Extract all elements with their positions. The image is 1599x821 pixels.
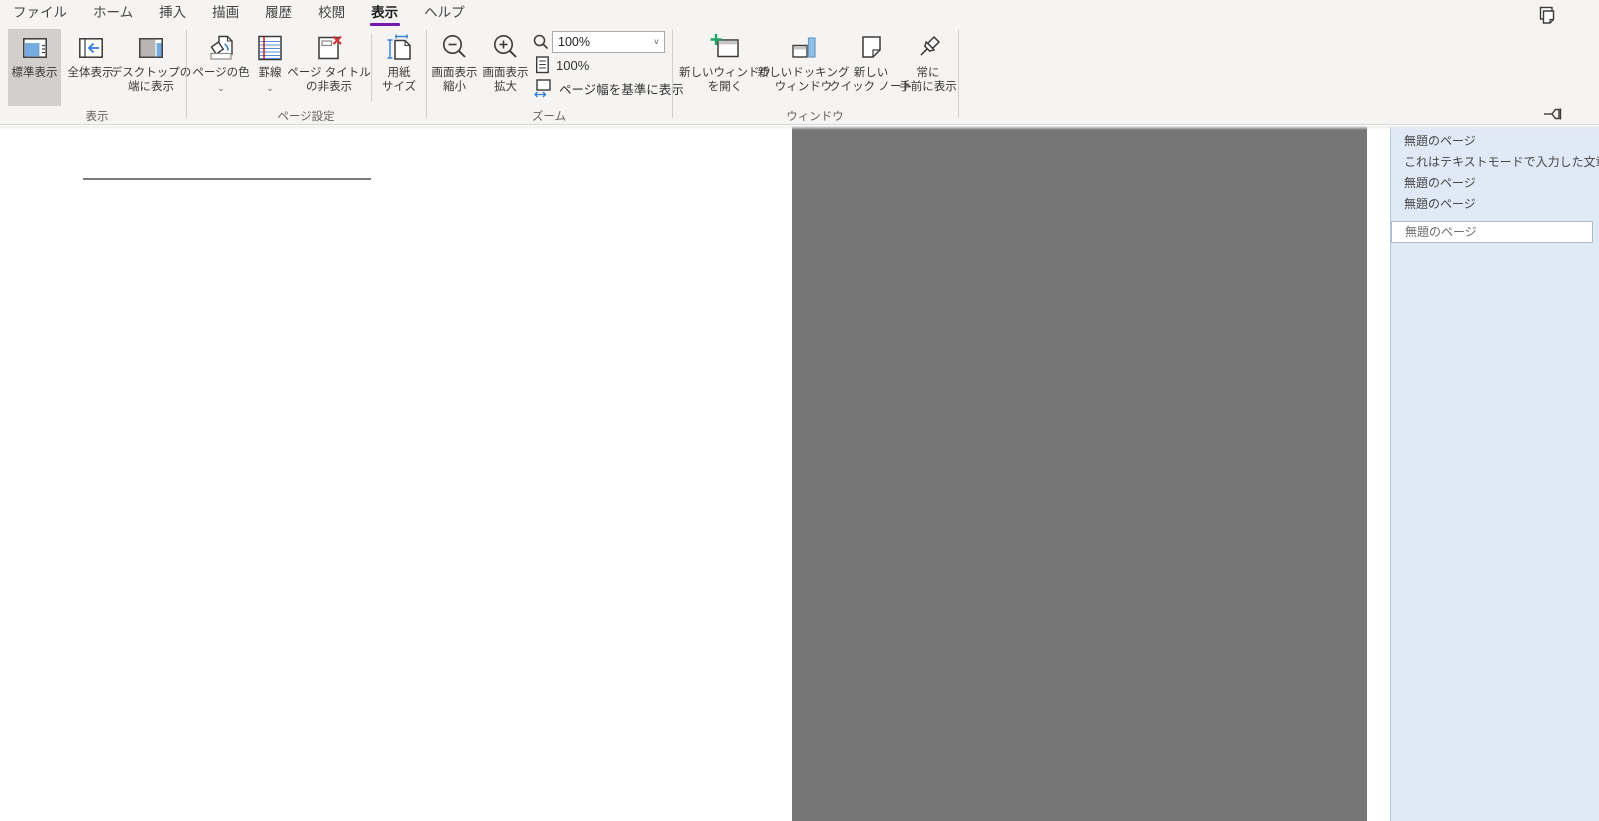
dock-to-desktop-icon — [135, 32, 167, 64]
group-label-page-setup: ページ設定 — [186, 108, 426, 124]
new-quick-note-button[interactable]: 新しいクイック ノート — [843, 29, 899, 106]
zoom-level-row[interactable]: 100% — [533, 56, 589, 74]
tab-history[interactable]: 履歴 — [252, 0, 305, 27]
zoom-in-button[interactable]: 画面表示拡大 — [481, 29, 530, 106]
button-label: 標準表示 — [12, 67, 58, 81]
normal-view-button[interactable]: 標準表示 — [8, 29, 61, 106]
page-width-zoom-row[interactable]: ページ幅を基準に表示 — [533, 79, 684, 98]
page-color-button[interactable]: ページの色 ⌄ — [192, 29, 250, 106]
rule-lines-icon — [254, 32, 286, 64]
page-list-item[interactable]: 無題のページ — [1391, 194, 1599, 215]
tab-insert[interactable]: 挿入 — [146, 0, 199, 27]
full-page-view-toggle-button[interactable] — [1537, 6, 1557, 26]
page-canvas[interactable] — [0, 126, 792, 821]
combo-chevron-down-icon: ˅ — [654, 37, 664, 47]
canvas-gray-area — [792, 126, 1367, 821]
group-separator — [958, 30, 959, 118]
rule-lines-button[interactable]: 罫線 ⌄ — [251, 29, 289, 106]
button-label: 用紙サイズ — [382, 67, 416, 94]
button-label: ページの色 — [192, 67, 249, 81]
tab-review[interactable]: 校閲 — [305, 0, 358, 27]
full-page-view-icon — [75, 32, 107, 64]
group-label-window: ウィンドウ — [672, 108, 958, 124]
button-label: 画面表示縮小 — [432, 67, 478, 94]
always-on-top-button[interactable]: 常に手前に表示 — [899, 29, 957, 106]
paper-size-button[interactable]: 用紙サイズ — [376, 29, 422, 106]
tab-view[interactable]: 表示 — [358, 0, 411, 27]
zoom-level-page-icon — [535, 56, 550, 74]
new-window-button[interactable]: 新しいウィンドウを開く — [686, 29, 764, 106]
chevron-down-icon: ⌄ — [266, 84, 274, 92]
onenote-app: ファイル ホーム 挿入 描画 履歴 校閲 表示 ヘルプ — [0, 0, 1599, 821]
tab-home[interactable]: ホーム — [80, 0, 146, 27]
ribbon-tab-bar: ファイル ホーム 挿入 描画 履歴 校閲 表示 ヘルプ — [0, 0, 1599, 27]
full-page-view-button[interactable]: 全体表示 — [63, 29, 118, 106]
group-label-view: 表示 — [8, 108, 186, 124]
button-label: ページ タイトルの非表示 — [287, 67, 370, 94]
button-label: 常に手前に表示 — [899, 67, 957, 94]
zoom-percentage-combobox[interactable]: 100% ˅ — [552, 31, 665, 53]
zoom-combo-value: 100% — [553, 35, 654, 49]
ribbon-body: 標準表示 全体表示 — [0, 27, 1599, 124]
group-separator — [426, 30, 427, 118]
zoom-out-icon — [439, 32, 471, 64]
button-label: 罫線 — [259, 67, 282, 81]
intra-group-separator — [371, 33, 372, 101]
hide-page-title-icon — [313, 32, 345, 64]
chevron-down-icon: ⌄ — [217, 84, 225, 92]
new-window-icon — [709, 32, 741, 64]
tab-draw[interactable]: 描画 — [199, 0, 252, 27]
search-icon — [533, 34, 549, 50]
paper-size-icon — [383, 32, 415, 64]
page-list-item-selected[interactable]: 無題のページ — [1391, 221, 1593, 243]
page-list-item[interactable]: 無題のページ — [1391, 173, 1599, 194]
group-separator — [186, 30, 187, 118]
page-list-item[interactable]: 無題のページ — [1391, 131, 1599, 152]
zoom-level-label: 100% — [556, 58, 589, 73]
content-area: 無題のページ これはテキストモードで入力した文章で 無題のページ 無題のページ … — [0, 126, 1599, 821]
tab-help[interactable]: ヘルプ — [411, 0, 478, 27]
new-docked-window-icon — [788, 32, 820, 64]
dock-to-desktop-button[interactable]: デスクトップの端に表示 — [119, 29, 183, 106]
button-label: デスクトップの端に表示 — [111, 67, 192, 94]
page-color-icon — [205, 32, 237, 64]
normal-view-icon — [19, 32, 51, 64]
pushpin-icon — [912, 32, 944, 64]
tab-file[interactable]: ファイル — [0, 0, 80, 27]
page-list-sidebar: 無題のページ これはテキストモードで入力した文章で 無題のページ 無題のページ … — [1390, 126, 1599, 821]
page-width-icon — [533, 79, 553, 98]
button-label: 画面表示拡大 — [483, 67, 529, 94]
group-label-zoom: ズーム — [426, 108, 672, 124]
scrollbar-gap[interactable] — [1367, 126, 1390, 821]
page-list-item[interactable]: これはテキストモードで入力した文章で — [1391, 152, 1599, 173]
button-label: 全体表示 — [68, 67, 114, 81]
page-title-underline[interactable] — [83, 178, 371, 180]
ribbon: ファイル ホーム 挿入 描画 履歴 校閲 表示 ヘルプ — [0, 0, 1599, 125]
zoom-combo-row: 100% ˅ — [533, 31, 665, 53]
hide-page-title-button[interactable]: ページ タイトルの非表示 — [290, 29, 368, 106]
group-separator — [672, 30, 673, 118]
page-width-label: ページ幅を基準に表示 — [559, 79, 684, 98]
zoom-out-button[interactable]: 画面表示縮小 — [430, 29, 479, 106]
page-list: 無題のページ これはテキストモードで入力した文章で 無題のページ 無題のページ … — [1391, 126, 1599, 243]
pages-icon — [1537, 6, 1557, 26]
zoom-in-icon — [490, 32, 522, 64]
new-quick-note-icon — [855, 32, 887, 64]
